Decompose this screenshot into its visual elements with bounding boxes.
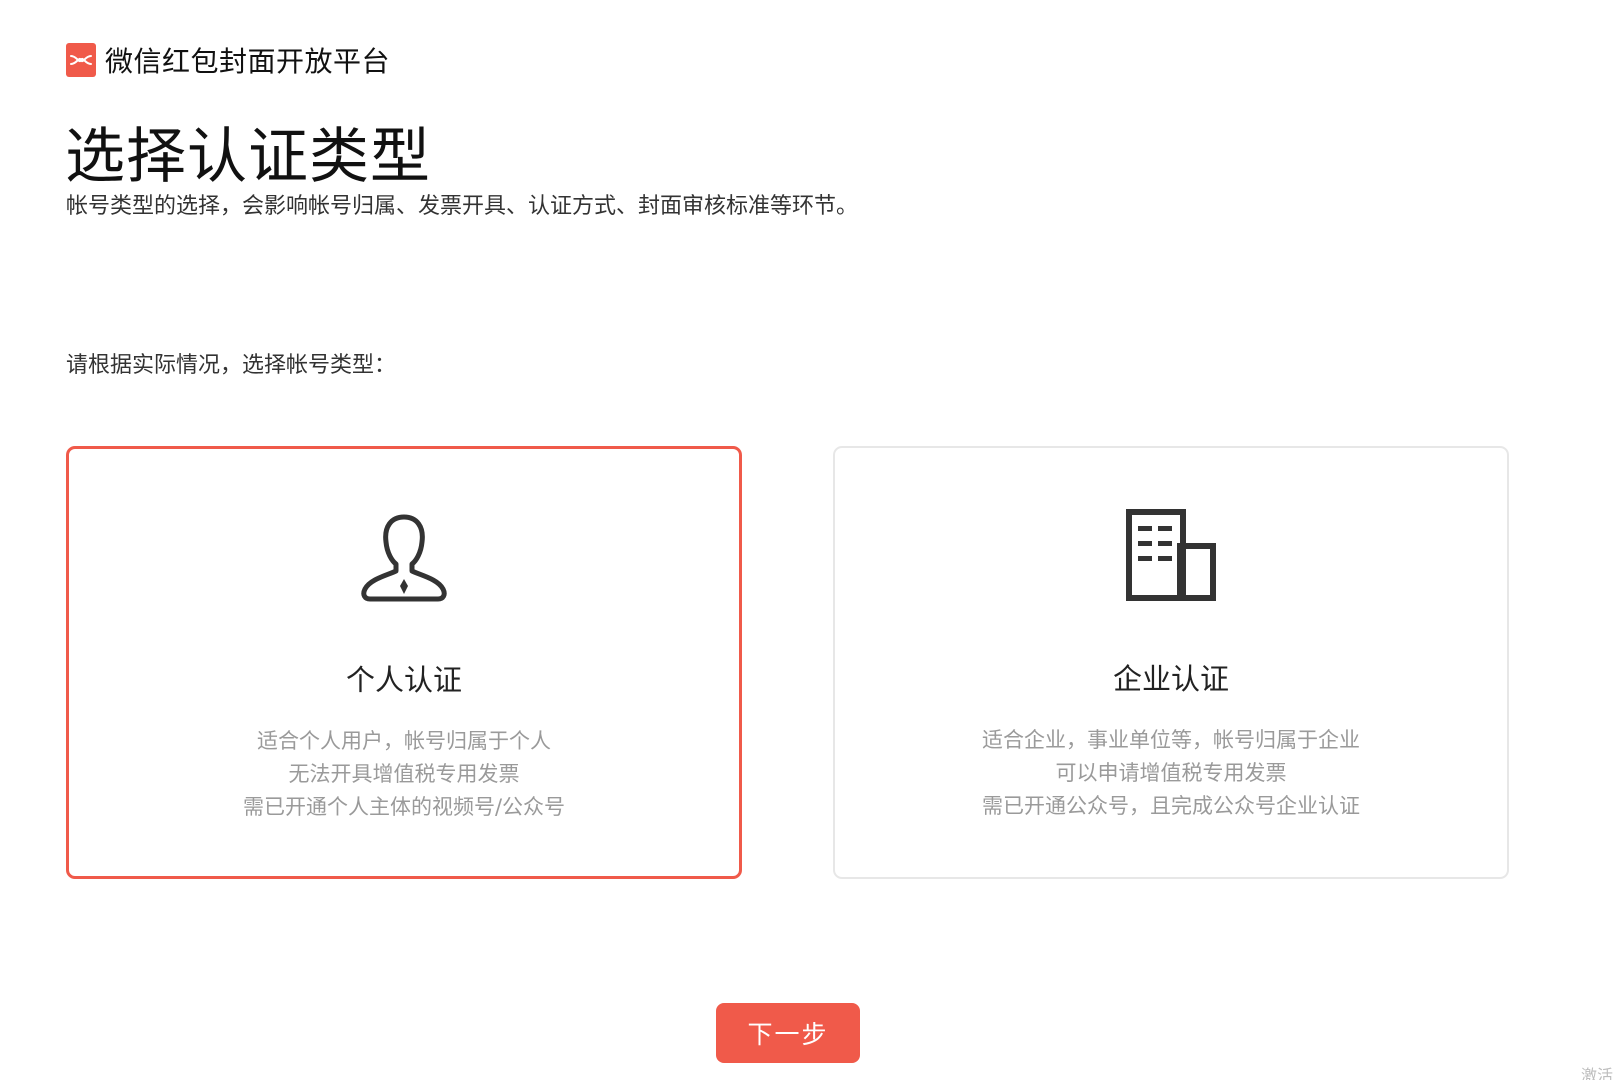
enterprise-verification-card[interactable]: 企业认证 适合企业，事业单位等，帐号归属于企业 可以申请增值税专用发票 需已开通… [833,446,1509,879]
card-desc-line: 无法开具增值税专用发票 [288,762,520,786]
personal-verification-card[interactable]: 个人认证 适合个人用户，帐号归属于个人 无法开具增值税专用发票 需已开通个人主体… [66,446,742,879]
building-icon [835,508,1507,604]
card-desc-line: 可以申请增值税专用发票 [1055,761,1287,785]
red-packet-icon [66,43,96,77]
card-title: 企业认证 [1112,662,1229,696]
page-subtitle: 帐号类型的选择，会影响帐号归属、发票开具、认证方式、封面审核标准等环节。 [66,194,859,219]
card-description: 适合个人用户，帐号归属于个人 无法开具增值税专用发票 需已开通个人主体的视频号/… [69,725,739,824]
platform-name: 微信红包封面开放平台 [105,45,391,78]
person-icon [69,509,739,605]
activation-watermark: 激活 [1580,1066,1613,1080]
card-desc-line: 需已开通个人主体的视频号/公众号 [242,795,566,819]
page: 微信红包封面开放平台 选择认证类型 帐号类型的选择，会影响帐号归属、发票开具、认… [0,0,1621,1080]
card-desc-line: 适合个人用户，帐号归属于个人 [257,729,551,753]
next-step-button[interactable]: 下一步 [716,1003,860,1063]
card-description: 适合企业，事业单位等，帐号归属于企业 可以申请增值税专用发票 需已开通公众号，且… [835,724,1507,823]
card-desc-line: 适合企业，事业单位等，帐号归属于企业 [982,728,1360,752]
card-title: 个人认证 [345,663,462,697]
page-title: 选择认证类型 [65,122,431,192]
account-type-prompt: 请根据实际情况，选择帐号类型： [66,353,397,378]
header: 微信红包封面开放平台 [66,40,390,80]
card-desc-line: 需已开通公众号，且完成公众号企业认证 [982,794,1360,818]
